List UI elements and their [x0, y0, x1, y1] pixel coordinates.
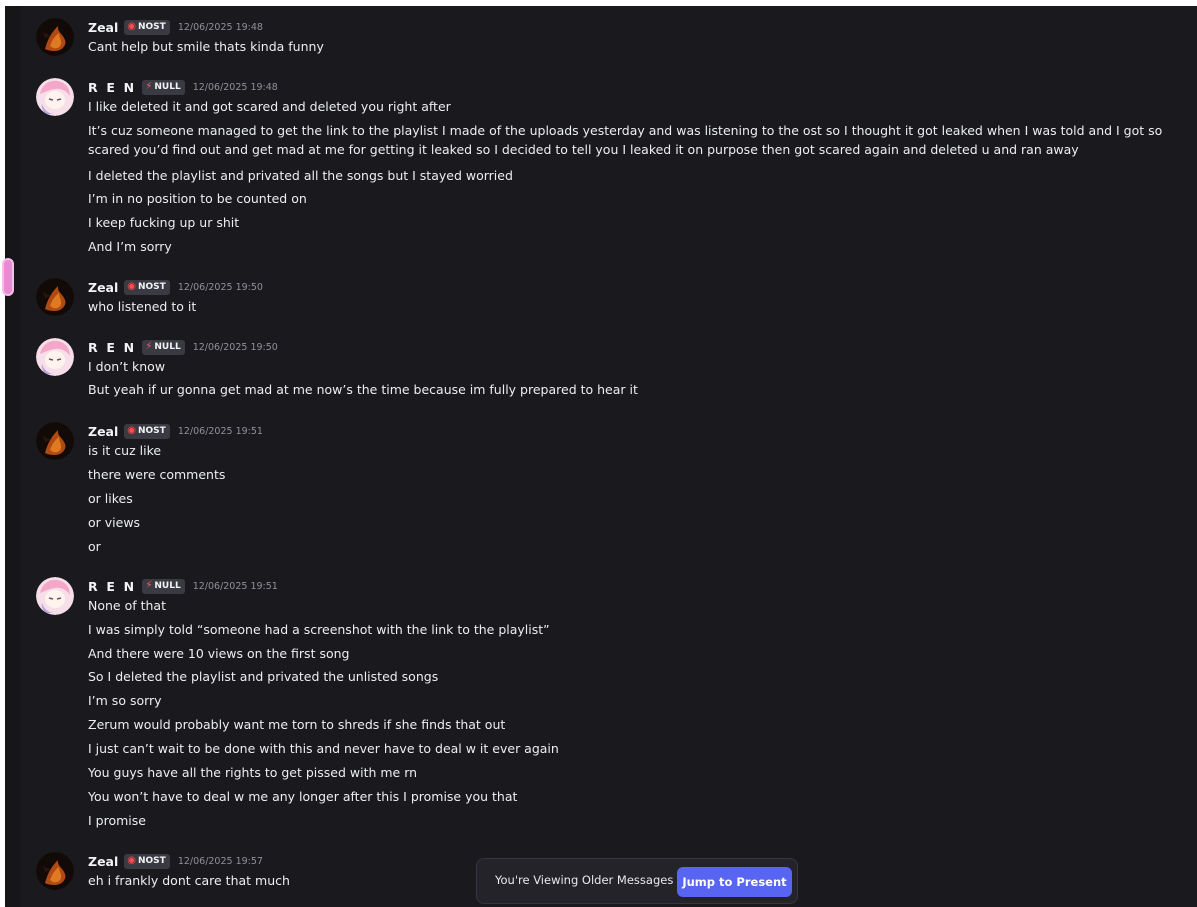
timestamp[interactable]: 12/06/2025 19:48 [178, 22, 263, 33]
timestamp[interactable]: 12/06/2025 19:51 [178, 426, 263, 437]
clan-tag[interactable]: ◉ NOST [124, 423, 170, 439]
flame-ring-icon: ◉ [127, 855, 136, 866]
ren-avatar-icon [36, 338, 74, 376]
message-header: Zeal ◉ NOST 12/06/2025 19:50 [88, 278, 263, 296]
message-text: who listened to it [88, 299, 197, 314]
ren-avatar-icon [36, 78, 74, 116]
zeal-avatar-icon [36, 18, 74, 56]
clan-tag-label: NULL [154, 82, 181, 92]
message-text: None of that [88, 598, 166, 613]
avatar-ren[interactable] [36, 78, 74, 116]
ren-avatar-icon [36, 577, 74, 615]
clan-tag-label: NOST [138, 426, 166, 436]
message-header: R E N ⚡ NULL 12/06/2025 19:50 [88, 338, 278, 356]
avatar-ren[interactable] [36, 338, 74, 376]
message-text: I like deleted it and got scared and del… [88, 99, 451, 114]
message-text: I’m in no position to be counted on [88, 191, 307, 206]
message-text: You guys have all the rights to get piss… [88, 765, 418, 780]
message-text: or views [88, 515, 141, 530]
timestamp[interactable]: 12/06/2025 19:51 [193, 581, 278, 592]
message-text: I just can’t wait to be done with this a… [88, 741, 559, 756]
clan-tag[interactable]: ◉ NOST [124, 279, 170, 295]
message-text: And there were 10 views on the first son… [88, 646, 350, 661]
message-text: Zerum would probably want me torn to shr… [88, 717, 506, 732]
message-text: Cant help but smile thats kinda funny [88, 39, 324, 54]
message-text: eh i frankly dont care that much [88, 873, 290, 888]
jump-to-present-button[interactable]: Jump to Present [677, 867, 792, 897]
message-text: I don’t know [88, 359, 166, 374]
username[interactable]: R E N [88, 579, 136, 594]
flame-ring-icon: ◉ [127, 281, 136, 292]
avatar-ren[interactable] [36, 577, 74, 615]
flame-ring-icon: ◉ [127, 425, 136, 436]
message-text: there were comments [88, 467, 226, 482]
message-header: R E N ⚡ NULL 12/06/2025 19:51 [88, 577, 278, 595]
clan-tag-label: NULL [154, 581, 181, 591]
clan-tag-label: NOST [138, 22, 166, 32]
message-text: or likes [88, 491, 133, 506]
clan-tag-label: NOST [138, 282, 166, 292]
zeal-avatar-icon [36, 852, 74, 890]
message-text: So I deleted the playlist and privated t… [88, 669, 439, 684]
avatar-zeal[interactable] [36, 852, 74, 890]
lightning-icon: ⚡ [145, 81, 153, 92]
message-text: I keep fucking up ur shit [88, 215, 240, 230]
username[interactable]: Zeal [88, 20, 118, 35]
message-header: Zeal ◉ NOST 12/06/2025 19:57 [88, 852, 263, 870]
clan-tag[interactable]: ⚡ NULL [142, 339, 185, 355]
avatar-zeal[interactable] [36, 422, 74, 460]
zeal-avatar-icon [36, 422, 74, 460]
flame-ring-icon: ◉ [127, 21, 136, 32]
username[interactable]: R E N [88, 80, 136, 95]
message-text: is it cuz like [88, 443, 162, 458]
timestamp[interactable]: 12/06/2025 19:50 [193, 342, 278, 353]
timestamp[interactable]: 12/06/2025 19:50 [178, 282, 263, 293]
message-text: You won’t have to deal w me any longer a… [88, 789, 518, 804]
zeal-avatar-icon [36, 278, 74, 316]
lightning-icon: ⚡ [145, 580, 153, 591]
clan-tag[interactable]: ◉ NOST [124, 19, 170, 35]
message-text: I promise [88, 813, 146, 828]
username[interactable]: Zeal [88, 280, 118, 295]
older-messages-notice: You're Viewing Older Messages [495, 873, 674, 887]
message-text: It’s cuz someone managed to get the link… [88, 123, 1163, 157]
lightning-icon: ⚡ [145, 341, 153, 352]
message-text: I’m so sorry [88, 693, 162, 708]
message-header: R E N ⚡ NULL 12/06/2025 19:48 [88, 78, 278, 96]
message-list: Zeal ◉ NOST 12/06/2025 19:48 Cant help b… [0, 0, 1197, 907]
message-text: I deleted the playlist and privated all … [88, 168, 513, 183]
timestamp[interactable]: 12/06/2025 19:48 [193, 82, 278, 93]
username[interactable]: Zeal [88, 424, 118, 439]
clan-tag-label: NOST [138, 856, 166, 866]
clan-tag[interactable]: ⚡ NULL [142, 578, 185, 594]
clan-tag[interactable]: ◉ NOST [124, 853, 170, 869]
avatar-zeal[interactable] [36, 18, 74, 56]
clan-tag-label: NULL [154, 342, 181, 352]
username[interactable]: Zeal [88, 854, 118, 869]
clan-tag[interactable]: ⚡ NULL [142, 79, 185, 95]
older-messages-bar: You're Viewing Older Messages Jump to Pr… [476, 858, 798, 904]
message-text: But yeah if ur gonna get mad at me now’s… [88, 382, 638, 397]
message-text: I was simply told “someone had a screens… [88, 622, 550, 637]
username[interactable]: R E N [88, 340, 136, 355]
message-header: Zeal ◉ NOST 12/06/2025 19:51 [88, 422, 263, 440]
timestamp[interactable]: 12/06/2025 19:57 [178, 856, 263, 867]
message-text: And I’m sorry [88, 239, 172, 254]
message-header: Zeal ◉ NOST 12/06/2025 19:48 [88, 18, 263, 36]
message-text: or [88, 539, 101, 554]
avatar-zeal[interactable] [36, 278, 74, 316]
